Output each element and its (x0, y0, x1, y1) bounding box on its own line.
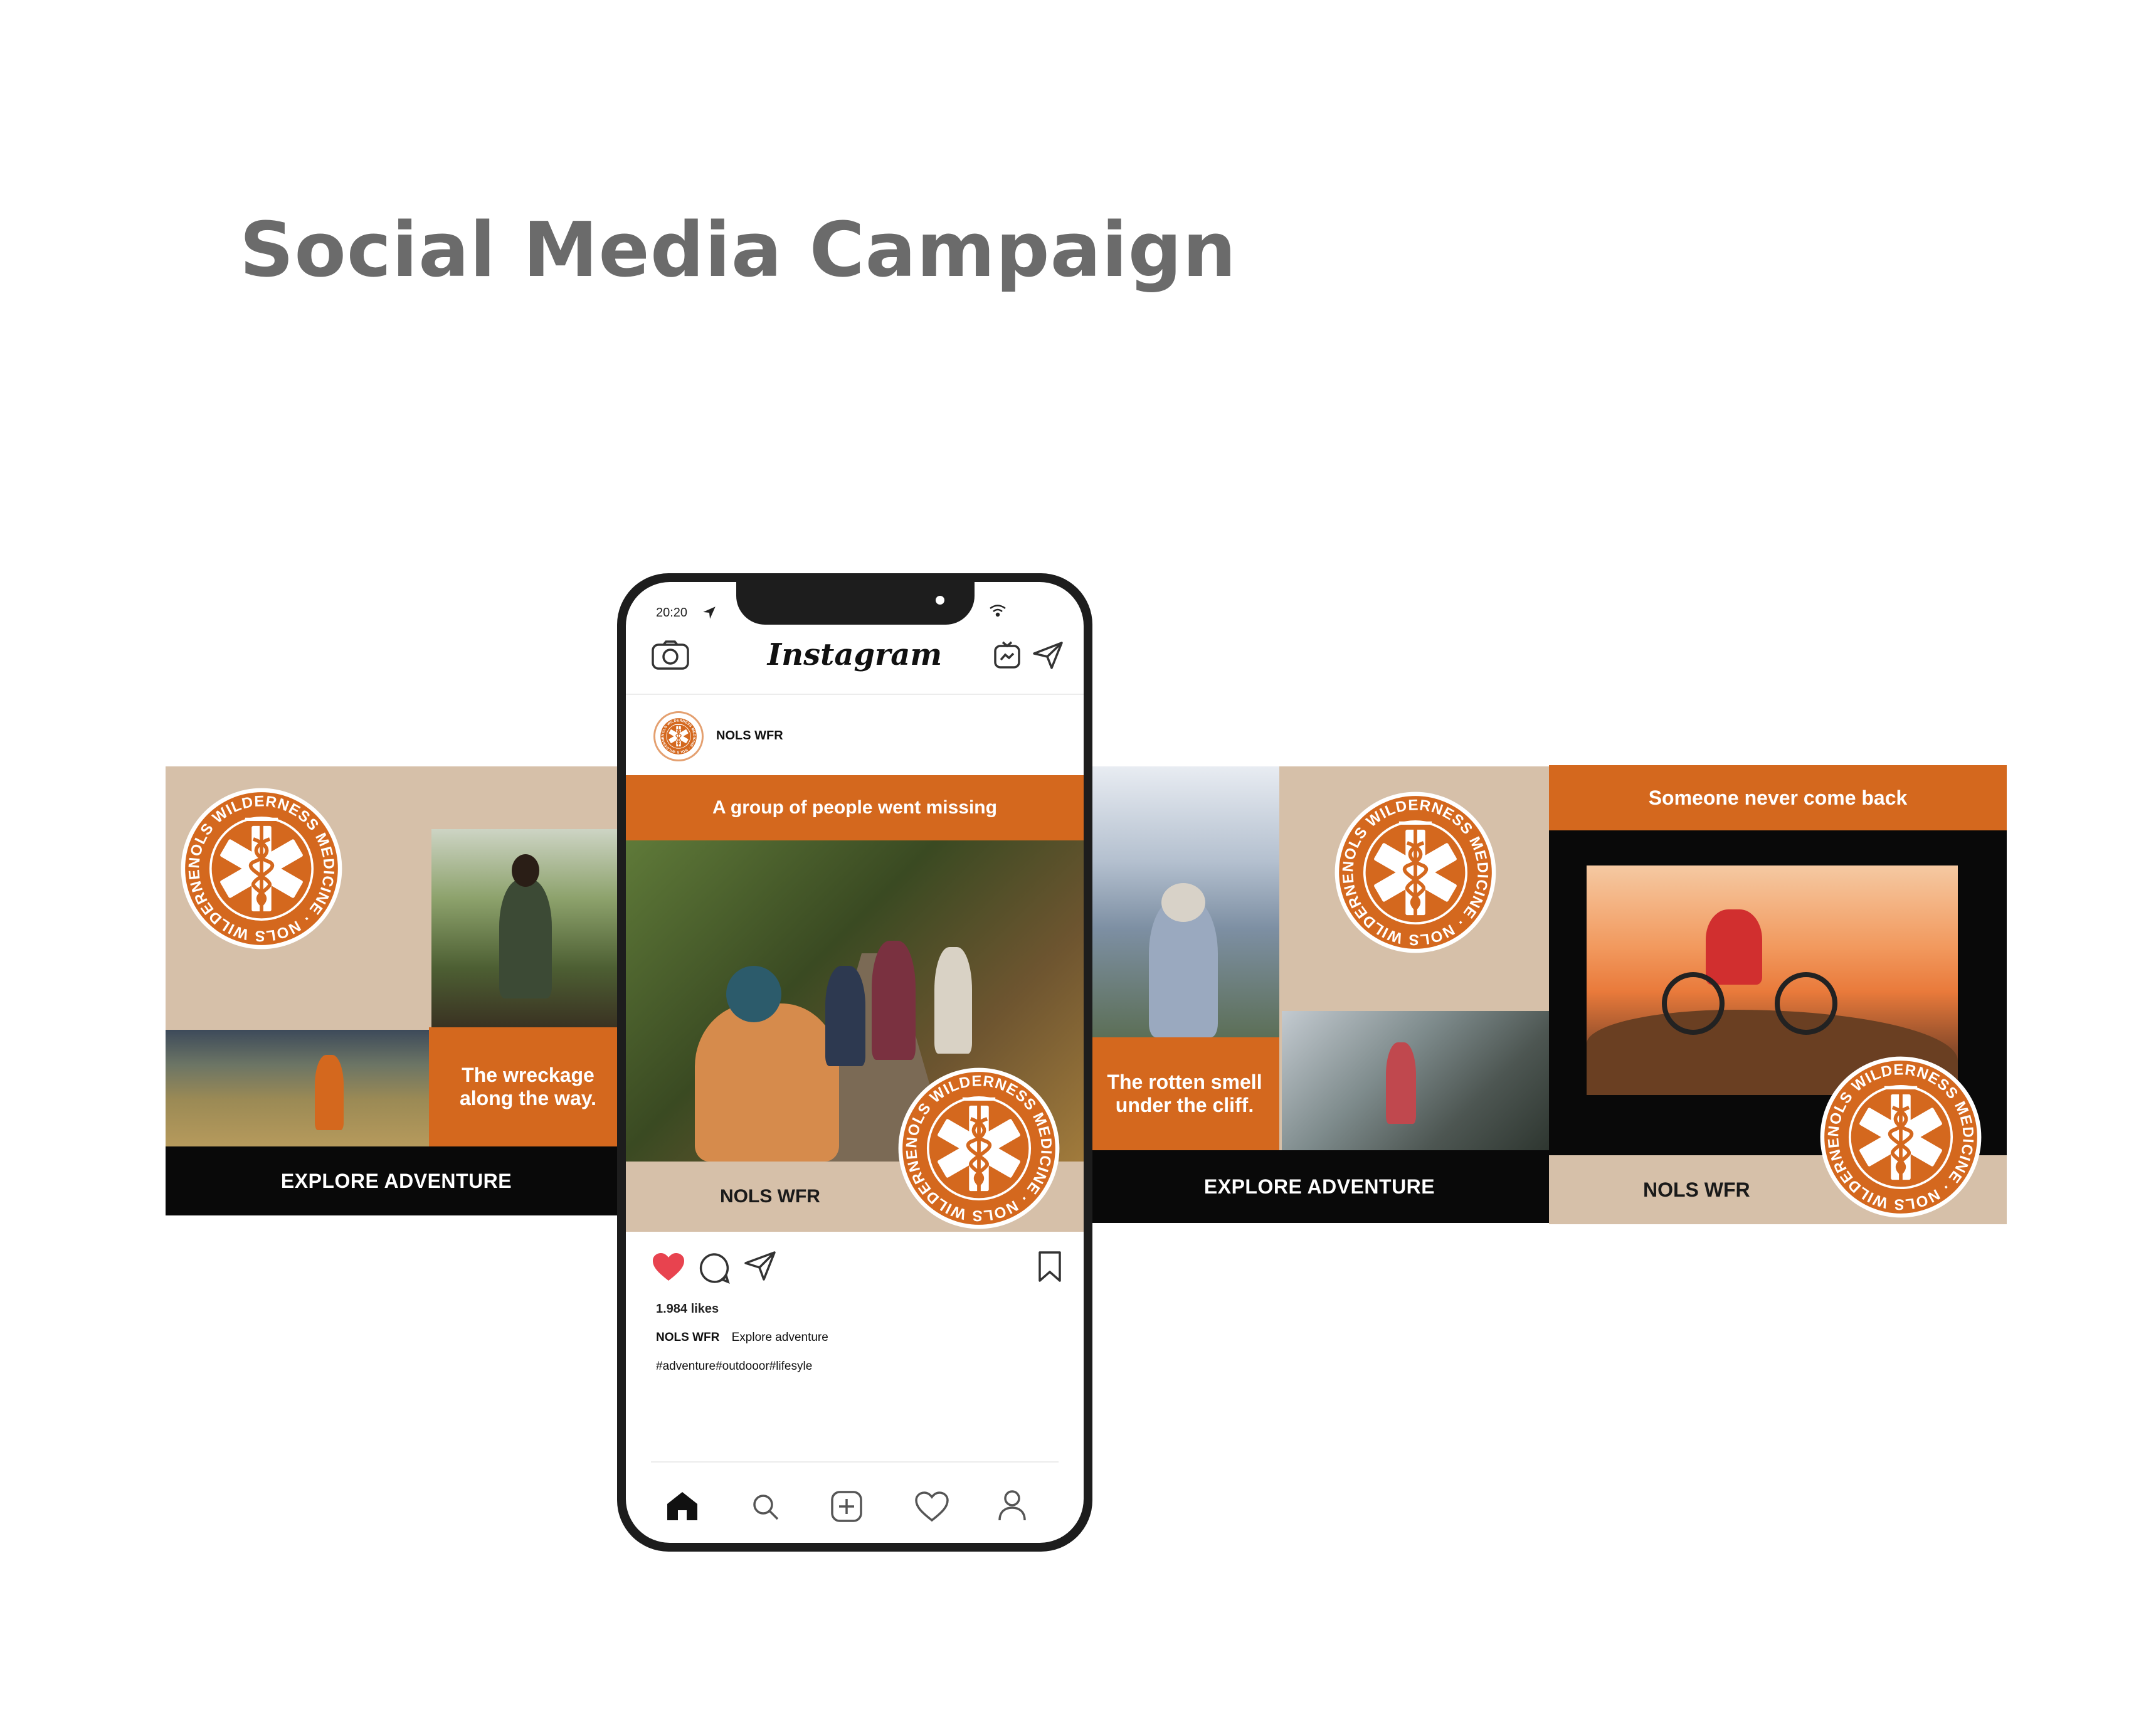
heart-icon[interactable] (651, 1252, 686, 1283)
send-icon[interactable] (1032, 641, 1064, 670)
caption-text: Explore adventure (731, 1331, 828, 1344)
caption-left: The wreckage along the way. (429, 1027, 627, 1146)
comment-icon[interactable] (697, 1252, 730, 1284)
post-image: A group of people went missing NOLS WFR (626, 775, 1084, 1232)
photo-runner-meadow (166, 1030, 429, 1146)
nav-divider (651, 1461, 1059, 1463)
location-arrow-icon (701, 605, 717, 621)
header-right-2: Someone never come back (1549, 765, 2007, 830)
wifi-icon (988, 603, 1007, 618)
bookmark-icon[interactable] (1037, 1251, 1062, 1283)
post-caption: NOLS WFR Explore adventure (656, 1331, 828, 1345)
igtv-icon[interactable] (993, 641, 1021, 670)
photo-woman-mountain (1090, 766, 1279, 1037)
activity-icon[interactable] (914, 1491, 949, 1523)
nols-logo (179, 786, 344, 951)
post-header-banner: A group of people went missing (626, 775, 1084, 840)
share-icon[interactable] (744, 1251, 776, 1282)
photo-hiker-forest (431, 829, 627, 1027)
footer-right-1: EXPLORE ADVENTURE (1090, 1150, 1549, 1223)
post-panel-right-2: Someone never come back NOLS WFR (1549, 765, 2007, 1224)
phone-notch (736, 582, 975, 625)
post-panel-left: The wreckage along the way. EXPLORE ADVE… (166, 766, 627, 1215)
nols-logo (1333, 790, 1498, 955)
status-time: 20:20 (656, 606, 688, 620)
post-account-name[interactable]: NOLS WFR (716, 729, 783, 743)
photo-climber-cliff (1282, 1011, 1549, 1150)
profile-icon[interactable] (997, 1489, 1027, 1522)
search-icon[interactable] (751, 1493, 780, 1522)
avatar[interactable] (653, 711, 704, 761)
footer-left: EXPLORE ADVENTURE (166, 1146, 627, 1215)
nols-logo (1819, 1055, 1983, 1219)
nols-logo (897, 1066, 1061, 1231)
post-hashtags[interactable]: #adventure#outdooor#lifesyle (656, 1360, 812, 1373)
instagram-screen: 20:20 Instagram NOLS WFR A group of peop… (626, 582, 1084, 1543)
caption-username[interactable]: NOLS WFR (656, 1331, 719, 1344)
home-icon[interactable] (665, 1490, 700, 1522)
add-post-icon[interactable] (830, 1490, 863, 1523)
header-divider (626, 694, 1084, 695)
page-title: Social Media Campaign (240, 207, 1237, 294)
likes-count[interactable]: 1.984 likes (656, 1302, 719, 1316)
caption-right-1: The rotten smell under the cliff. (1090, 1037, 1279, 1150)
post-panel-right-1: The rotten smell under the cliff. EXPLOR… (1090, 766, 1549, 1223)
phone-mockup: 20:20 Instagram NOLS WFR A group of peop… (617, 573, 1092, 1552)
